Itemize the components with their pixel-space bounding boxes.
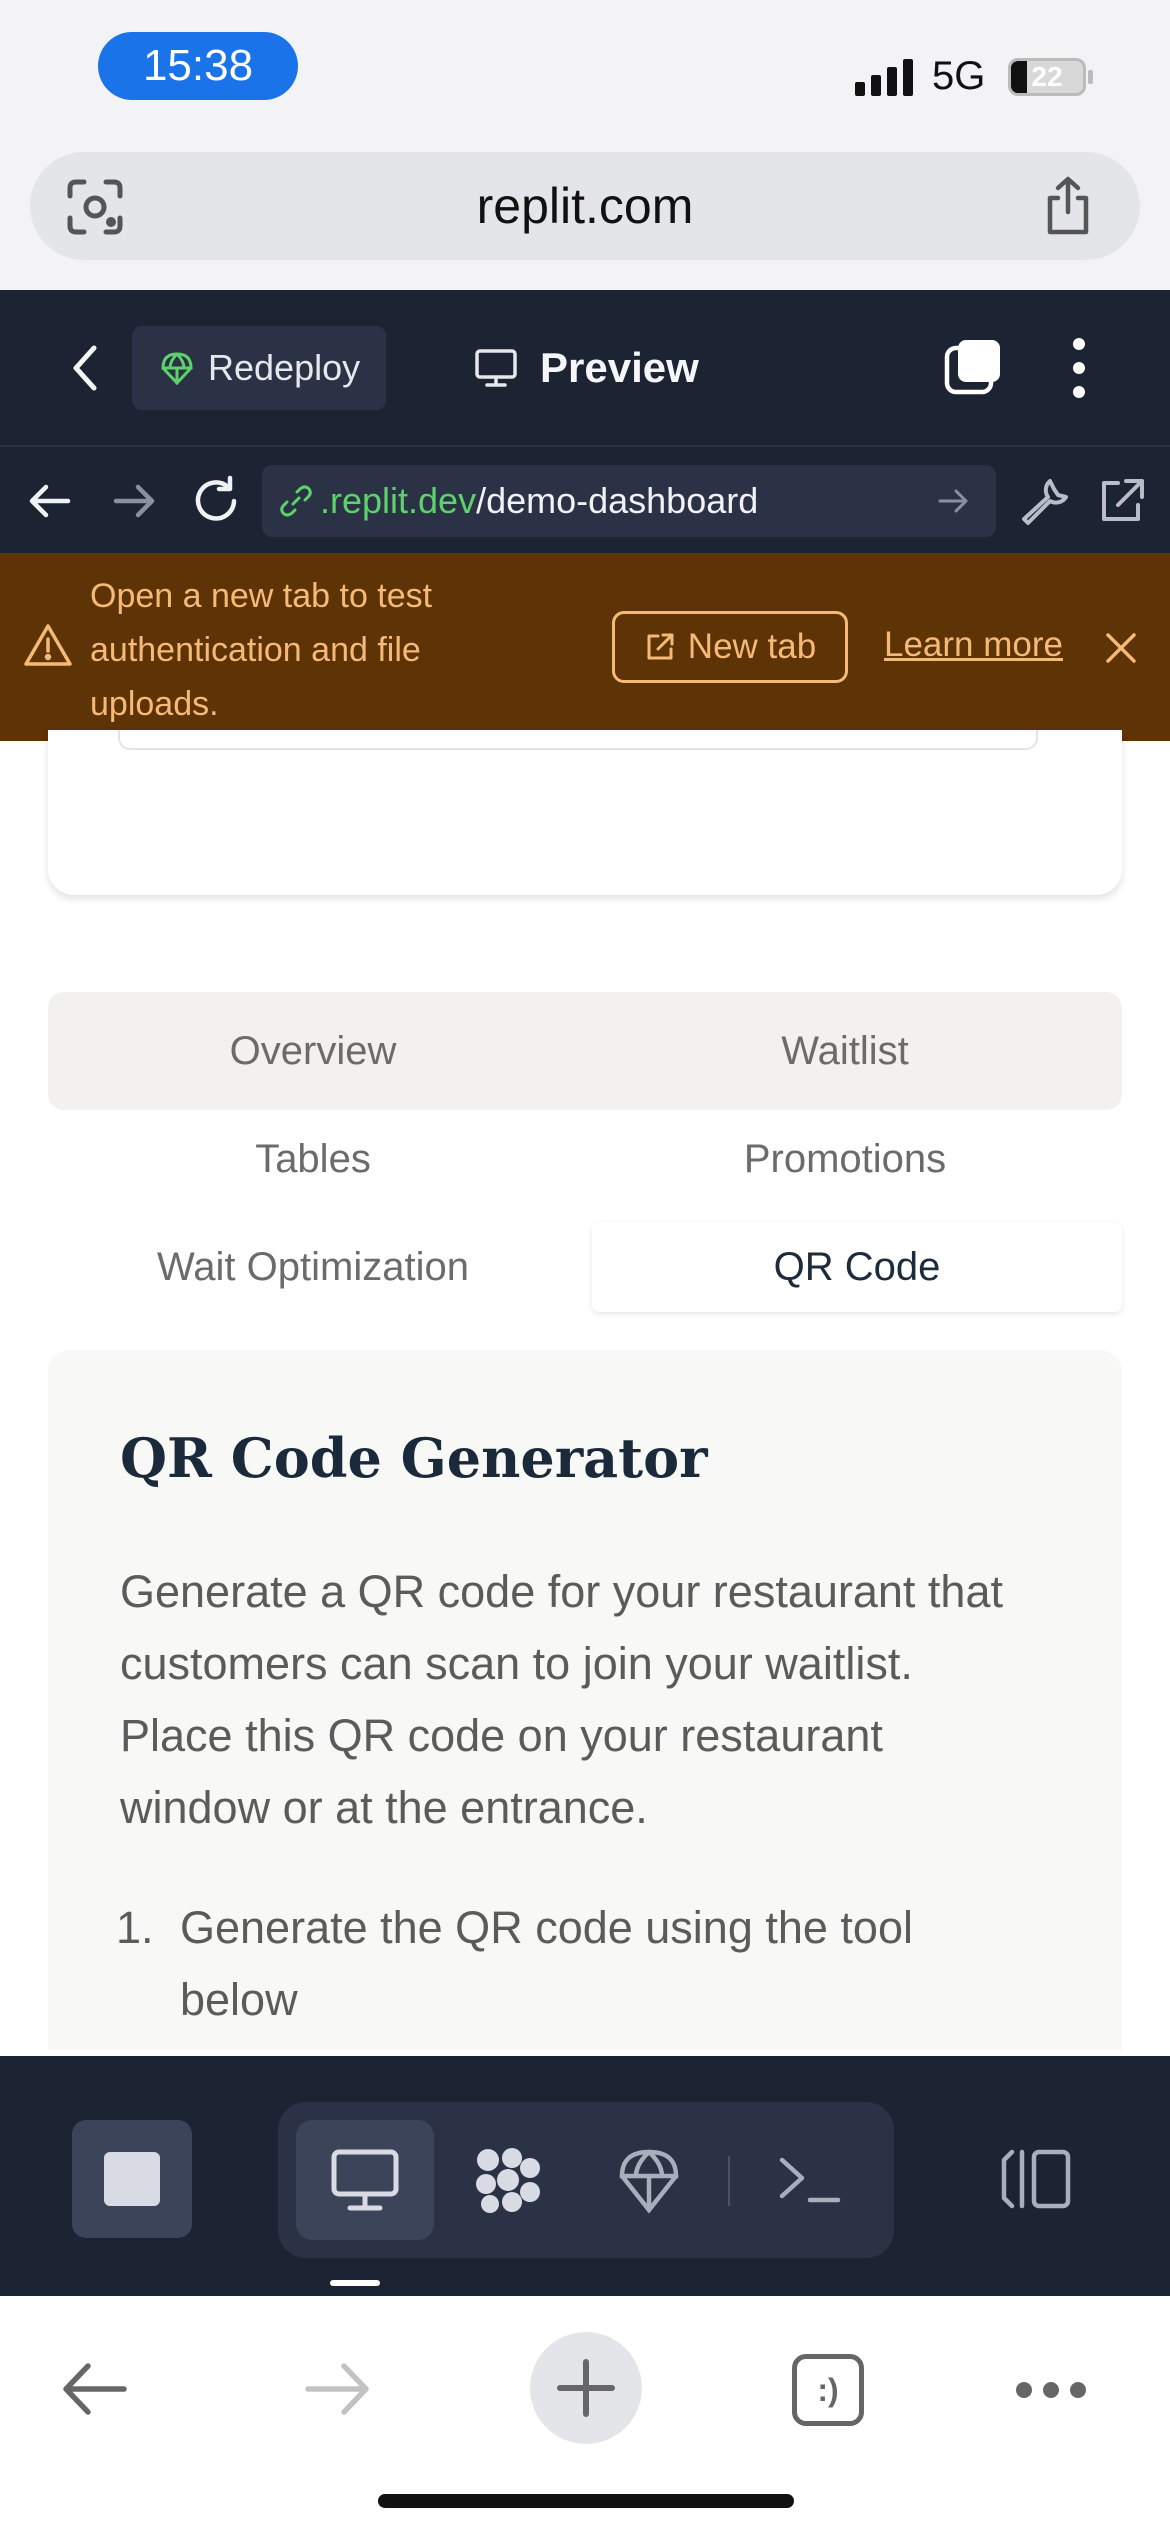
list-item: 1. Generate the QR code using the tool b… [116, 1892, 1016, 2036]
preview-tab[interactable]: Preview [474, 326, 699, 410]
redeploy-button[interactable]: Redeploy [132, 326, 386, 410]
safari-address-area: replit.com [0, 140, 1170, 290]
qr-card-title: QR Code Generator [120, 1426, 708, 1490]
tab-promotions[interactable]: Promotions [580, 1114, 1110, 1204]
tab-waitlist[interactable]: Waitlist [580, 1006, 1110, 1096]
url-host: .replit.dev [320, 480, 477, 521]
battery-level: 22 [1031, 61, 1063, 92]
monitor-icon [475, 349, 517, 387]
desktop-preview-button[interactable] [296, 2120, 434, 2240]
tab-qr-code[interactable]: QR Code [592, 1222, 1122, 1312]
battery-nub [1088, 70, 1093, 84]
safari-address-bar[interactable]: replit.com [30, 152, 1140, 260]
apps-icon [476, 2148, 540, 2213]
dock-active-indicator [330, 2280, 380, 2286]
tab-overview[interactable]: Overview [48, 1006, 578, 1096]
step-number: 1. [116, 1902, 154, 1953]
network-type: 5G [932, 54, 986, 98]
webview-url-field[interactable]: .replit.dev/demo-dashboard [262, 465, 996, 537]
safari-bottom-bar: :) [0, 2296, 1170, 2532]
tabs-count-icon[interactable]: :) [792, 2354, 864, 2426]
replit-dock [0, 2056, 1170, 2296]
warning-icon [24, 624, 72, 666]
tabs-icon[interactable] [944, 338, 1002, 396]
learn-more-link[interactable]: Learn more [884, 625, 1063, 665]
tool-divider [728, 2156, 730, 2206]
deploy-icon [619, 2149, 679, 2214]
reload-icon[interactable] [190, 475, 242, 527]
new-tab-button[interactable]: New tab [612, 611, 848, 683]
new-tab-label: New tab [687, 627, 817, 666]
webview-nav-row: .replit.dev/demo-dashboard [0, 445, 1170, 553]
close-icon[interactable] [1104, 631, 1138, 665]
banner-message: Open a new tab to test authentication an… [90, 577, 433, 723]
tab-wait-optimization[interactable]: Wait Optimization [48, 1222, 578, 1312]
back-arrow-icon[interactable] [58, 2358, 130, 2420]
warning-banner: Open a new tab to test authentication an… [0, 553, 1170, 741]
previous-card-inner [118, 730, 1038, 750]
status-bar: 15:38 5G 22 [0, 0, 1170, 140]
stop-icon [104, 2152, 160, 2206]
tab-tables[interactable]: Tables [48, 1114, 578, 1204]
external-link-icon[interactable] [1096, 475, 1148, 527]
deploy-icon [161, 352, 193, 385]
apps-button[interactable] [438, 2120, 576, 2240]
battery-icon: 22 [1008, 58, 1086, 96]
console-button[interactable] [740, 2120, 878, 2240]
status-time: 15:38 [98, 32, 298, 100]
qr-card-description: Generate a QR code for your restaurant t… [120, 1566, 1003, 1833]
go-arrow-icon[interactable] [934, 481, 974, 521]
wrench-icon[interactable] [1018, 475, 1070, 527]
signal-icon [855, 58, 913, 96]
url-path: /demo-dashboard [476, 480, 759, 521]
home-indicator [378, 2494, 794, 2508]
preview-label: Preview [540, 344, 699, 391]
more-vertical-icon[interactable] [1064, 336, 1094, 400]
desktop-preview-icon [331, 2149, 399, 2211]
panel-toggle-icon[interactable] [1000, 2148, 1072, 2210]
replit-toolbar: Redeploy Preview [0, 290, 1170, 445]
link-icon [280, 485, 312, 517]
forward-arrow-icon[interactable] [302, 2358, 374, 2420]
more-icon[interactable] [1014, 2380, 1088, 2400]
arrow-right-icon[interactable] [108, 475, 160, 527]
deploy-button[interactable] [580, 2120, 718, 2240]
qr-generator-card: QR Code Generator Generate a QR code for… [48, 1350, 1122, 2050]
previous-card [48, 730, 1122, 895]
new-tab-button[interactable] [530, 2332, 642, 2444]
safari-domain: replit.com [476, 178, 694, 234]
tool-switcher [278, 2102, 894, 2258]
share-icon[interactable] [1040, 176, 1096, 236]
console-icon [779, 2157, 841, 2203]
chevron-left-icon[interactable] [62, 338, 106, 398]
stop-button[interactable] [72, 2120, 192, 2238]
step-text: Generate the QR code using the tool belo… [180, 1902, 913, 2025]
external-link-icon [647, 633, 674, 660]
new-tab-plus-icon [557, 2359, 615, 2417]
redeploy-label: Redeploy [208, 347, 361, 388]
arrow-left-icon[interactable] [24, 475, 76, 527]
